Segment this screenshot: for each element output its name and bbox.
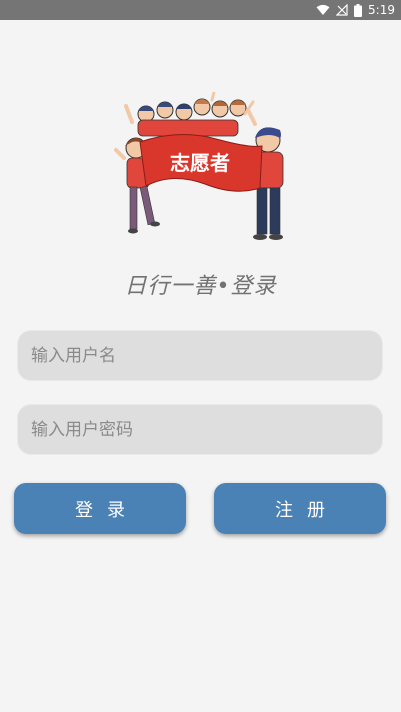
register-button[interactable]: 注册 <box>214 483 386 534</box>
password-input[interactable] <box>18 405 382 454</box>
username-field-container <box>17 330 383 381</box>
status-bar: 5:19 <box>0 0 401 20</box>
login-button-label: 登录 <box>75 499 139 521</box>
username-input[interactable] <box>18 331 382 380</box>
status-time: 5:19 <box>368 3 395 17</box>
password-field-container <box>17 404 383 455</box>
wifi-icon <box>316 4 330 16</box>
login-button[interactable]: 登录 <box>14 483 186 534</box>
volunteer-illustration: 志愿者 <box>110 90 292 244</box>
status-icons: 5:19 <box>316 0 395 20</box>
banner-text: 志愿者 <box>170 151 230 175</box>
no-signal-icon <box>336 4 348 16</box>
page-subtitle: 日行一善•登录 <box>124 274 277 299</box>
register-button-label: 注册 <box>275 499 339 521</box>
battery-icon <box>354 3 363 17</box>
